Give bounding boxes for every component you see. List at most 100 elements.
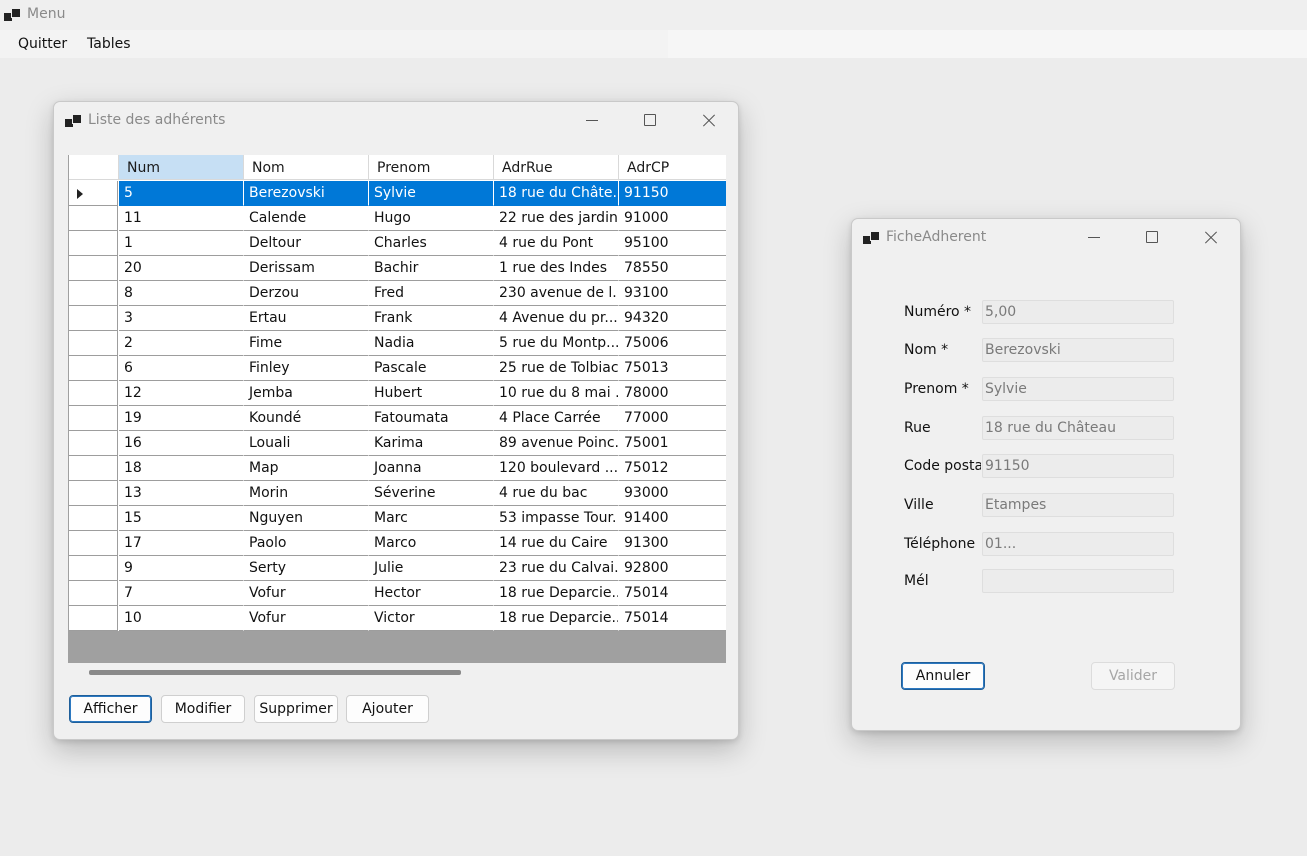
column-header-nom[interactable]: Nom: [244, 155, 369, 180]
cell-prenom[interactable]: Pascale: [369, 356, 494, 381]
valider-button[interactable]: Valider: [1091, 662, 1175, 690]
ajouter-button[interactable]: Ajouter: [346, 695, 429, 723]
table-row[interactable]: 17 Paolo Marco 14 rue du Caire 91300: [69, 531, 726, 556]
cell-adrrue[interactable]: 53 impasse Tour...: [494, 506, 619, 531]
ville-field[interactable]: Etampes: [982, 493, 1174, 517]
row-header[interactable]: [69, 456, 118, 481]
minimize-icon[interactable]: [1074, 225, 1114, 251]
row-header[interactable]: [69, 206, 118, 231]
cell-adrcp[interactable]: 75013: [619, 356, 726, 381]
cell-adrcp[interactable]: 78550: [619, 256, 726, 281]
code-postal-field[interactable]: 91150: [982, 454, 1174, 478]
cell-num[interactable]: 9: [119, 556, 244, 581]
cell-nom[interactable]: Derzou: [244, 281, 369, 306]
cell-adrrue[interactable]: 230 avenue de l...: [494, 281, 619, 306]
cell-adrcp[interactable]: 78000: [619, 381, 726, 406]
horizontal-scrollbar[interactable]: [89, 670, 461, 675]
cell-adrrue[interactable]: 1 rue des Indes: [494, 256, 619, 281]
menu-item-tables[interactable]: Tables: [87, 36, 131, 52]
row-header[interactable]: [69, 331, 118, 356]
column-header-num[interactable]: Num: [119, 155, 244, 180]
menu-item-quitter[interactable]: Quitter: [18, 36, 67, 52]
cell-nom[interactable]: Koundé: [244, 406, 369, 431]
cell-nom[interactable]: Calende: [244, 206, 369, 231]
row-header[interactable]: [69, 306, 118, 331]
cell-prenom[interactable]: Victor: [369, 606, 494, 631]
cell-num[interactable]: 16: [119, 431, 244, 456]
cell-nom[interactable]: Deltour: [244, 231, 369, 256]
cell-adrcp[interactable]: 75014: [619, 606, 726, 631]
column-header-adrcp[interactable]: AdrCP: [619, 155, 726, 180]
cell-nom[interactable]: Paolo: [244, 531, 369, 556]
table-row[interactable]: 3 Ertau Frank 4 Avenue du pr... 94320: [69, 306, 726, 331]
mel-field[interactable]: [982, 569, 1174, 593]
cell-prenom[interactable]: Joanna: [369, 456, 494, 481]
cell-prenom[interactable]: Marco: [369, 531, 494, 556]
cell-nom[interactable]: Derissam: [244, 256, 369, 281]
row-header[interactable]: [69, 406, 118, 431]
cell-adrcp[interactable]: 77000: [619, 406, 726, 431]
table-row[interactable]: 6 Finley Pascale 25 rue de Tolbiac 75013: [69, 356, 726, 381]
column-header-prenom[interactable]: Prenom: [369, 155, 494, 180]
cell-prenom[interactable]: Charles: [369, 231, 494, 256]
cell-adrrue[interactable]: 89 avenue Poinc...: [494, 431, 619, 456]
cell-num[interactable]: 12: [119, 381, 244, 406]
cell-prenom[interactable]: Hector: [369, 581, 494, 606]
table-row[interactable]: 16 Louali Karima 89 avenue Poinc... 75001: [69, 431, 726, 456]
cell-num[interactable]: 6: [119, 356, 244, 381]
cell-adrcp[interactable]: 91150: [619, 181, 726, 206]
row-header[interactable]: [69, 356, 118, 381]
cell-adrcp[interactable]: 91400: [619, 506, 726, 531]
cell-nom[interactable]: Nguyen: [244, 506, 369, 531]
cell-prenom[interactable]: Nadia: [369, 331, 494, 356]
table-row[interactable]: 13 Morin Séverine 4 rue du bac 93000: [69, 481, 726, 506]
cell-adrcp[interactable]: 91000: [619, 206, 726, 231]
telephone-field[interactable]: 01...: [982, 532, 1174, 556]
column-header-adrrue[interactable]: AdrRue: [494, 155, 619, 180]
table-row[interactable]: 8 Derzou Fred 230 avenue de l... 93100: [69, 281, 726, 306]
annuler-button[interactable]: Annuler: [901, 662, 985, 690]
maximize-icon[interactable]: [1132, 225, 1172, 251]
cell-num[interactable]: 19: [119, 406, 244, 431]
cell-adrrue[interactable]: 4 rue du bac: [494, 481, 619, 506]
row-header[interactable]: [69, 381, 118, 406]
row-header[interactable]: [69, 281, 118, 306]
cell-prenom[interactable]: Fatoumata: [369, 406, 494, 431]
cell-prenom[interactable]: Hugo: [369, 206, 494, 231]
table-row[interactable]: 12 Jemba Hubert 10 rue du 8 mai ... 78000: [69, 381, 726, 406]
row-header[interactable]: [69, 556, 118, 581]
cell-adrcp[interactable]: 75014: [619, 581, 726, 606]
cell-adrrue[interactable]: 18 rue Deparcie...: [494, 606, 619, 631]
cell-adrcp[interactable]: 93000: [619, 481, 726, 506]
nom-field[interactable]: Berezovski: [982, 338, 1174, 362]
table-row[interactable]: 7 Vofur Hector 18 rue Deparcie... 75014: [69, 581, 726, 606]
cell-adrcp[interactable]: 75006: [619, 331, 726, 356]
cell-prenom[interactable]: Fred: [369, 281, 494, 306]
modifier-button[interactable]: Modifier: [161, 695, 245, 723]
cell-num[interactable]: 2: [119, 331, 244, 356]
cell-nom[interactable]: Ertau: [244, 306, 369, 331]
cell-num[interactable]: 3: [119, 306, 244, 331]
cell-nom[interactable]: Louali: [244, 431, 369, 456]
table-row[interactable]: 18 Map Joanna 120 boulevard ... 75012: [69, 456, 726, 481]
rue-field[interactable]: 18 rue du Château: [982, 416, 1174, 440]
cell-nom[interactable]: Vofur: [244, 606, 369, 631]
table-row[interactable]: 5 Berezovski Sylvie 18 rue du Châte... 91150: [69, 181, 726, 206]
cell-nom[interactable]: Morin: [244, 481, 369, 506]
row-header[interactable]: [69, 506, 118, 531]
row-selector-arrow-icon[interactable]: [69, 181, 118, 206]
cell-nom[interactable]: Finley: [244, 356, 369, 381]
cell-prenom[interactable]: Julie: [369, 556, 494, 581]
table-row[interactable]: 2 Fime Nadia 5 rue du Montp... 75006: [69, 331, 726, 356]
table-row[interactable]: 11 Calende Hugo 22 rue des jardins 91000: [69, 206, 726, 231]
cell-prenom[interactable]: Bachir: [369, 256, 494, 281]
cell-prenom[interactable]: Hubert: [369, 381, 494, 406]
cell-prenom[interactable]: Séverine: [369, 481, 494, 506]
row-header[interactable]: [69, 256, 118, 281]
close-icon[interactable]: [1190, 225, 1230, 251]
cell-num[interactable]: 15: [119, 506, 244, 531]
cell-adrrue[interactable]: 23 rue du Calvai...: [494, 556, 619, 581]
cell-adrcp[interactable]: 93100: [619, 281, 726, 306]
minimize-icon[interactable]: [572, 108, 612, 134]
close-icon[interactable]: [688, 108, 728, 134]
